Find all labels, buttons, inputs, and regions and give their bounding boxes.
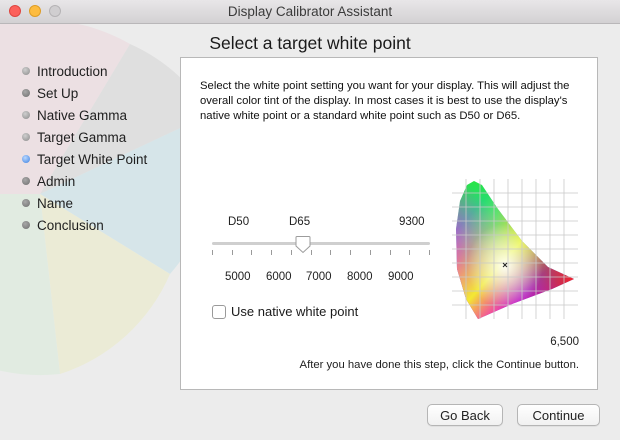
slider-tick xyxy=(429,250,430,255)
slider-label-9300: 9300 xyxy=(399,216,425,228)
step-item: Native Gamma xyxy=(22,104,147,126)
continue-hint: After you have done this step, click the… xyxy=(299,359,579,371)
step-dot-icon xyxy=(22,133,30,141)
step-dot-icon xyxy=(22,177,30,185)
slider-tick xyxy=(409,250,410,255)
go-back-button[interactable]: Go Back xyxy=(427,404,503,426)
window-title: Display Calibrator Assistant xyxy=(227,4,393,19)
step-dot-icon xyxy=(22,67,30,75)
window: Display Calibrator Assistant Select a ta… xyxy=(0,0,620,440)
slider-tick xyxy=(212,250,213,255)
step-label: Conclusion xyxy=(37,217,104,233)
title-bar[interactable]: Display Calibrator Assistant xyxy=(0,0,620,24)
scale-label-8000: 8000 xyxy=(347,271,373,283)
step-label: Target Gamma xyxy=(37,129,127,145)
step-item: Target Gamma xyxy=(22,126,147,148)
step-item: Target White Point xyxy=(22,148,147,170)
slider-tick xyxy=(232,250,233,255)
slider-ticks xyxy=(212,250,430,255)
white-point-slider[interactable] xyxy=(212,242,430,245)
step-dot-icon xyxy=(22,221,30,229)
slider-thumb-icon[interactable] xyxy=(294,236,312,254)
step-label: Name xyxy=(37,195,74,211)
slider-tick xyxy=(350,250,351,255)
slider-tick xyxy=(271,250,272,255)
step-dot-icon xyxy=(22,155,30,163)
content-panel: Select the white point setting you want … xyxy=(180,57,598,390)
slider-label-d65: D65 xyxy=(289,216,311,228)
step-item: Conclusion xyxy=(22,214,147,236)
scale-label-6000: 6000 xyxy=(266,271,292,283)
native-white-point-label: Use native white point xyxy=(231,304,359,319)
step-list: Introduction Set Up Native Gamma Target … xyxy=(22,60,147,236)
step-label: Admin xyxy=(37,173,76,189)
continue-button[interactable]: Continue xyxy=(517,404,600,426)
scale-label-9000: 9000 xyxy=(388,271,414,283)
step-item: Introduction xyxy=(22,60,147,82)
chromaticity-diagram-icon xyxy=(452,179,578,319)
step-label: Native Gamma xyxy=(37,107,128,123)
step-item: Set Up xyxy=(22,82,147,104)
slider-tick xyxy=(390,250,391,255)
page-title: Select a target white point xyxy=(209,33,411,53)
slider-tick xyxy=(370,250,371,255)
slider-tick xyxy=(251,250,252,255)
slider-tick xyxy=(291,250,292,255)
scale-label-7000: 7000 xyxy=(306,271,332,283)
step-dot-icon xyxy=(22,89,30,97)
scale-label-5000: 5000 xyxy=(225,271,251,283)
native-white-point-checkbox[interactable] xyxy=(212,305,226,319)
white-point-value: 6,500 xyxy=(550,336,579,348)
step-item: Admin xyxy=(22,170,147,192)
step-label: Introduction xyxy=(37,63,108,79)
step-dot-icon xyxy=(22,199,30,207)
step-item: Name xyxy=(22,192,147,214)
step-label: Set Up xyxy=(37,85,79,101)
slider-tick xyxy=(330,250,331,255)
step-label: Target White Point xyxy=(37,151,148,167)
description-text: Select the white point setting you want … xyxy=(200,80,570,122)
step-dot-icon xyxy=(22,111,30,119)
slider-label-d50: D50 xyxy=(228,216,250,228)
